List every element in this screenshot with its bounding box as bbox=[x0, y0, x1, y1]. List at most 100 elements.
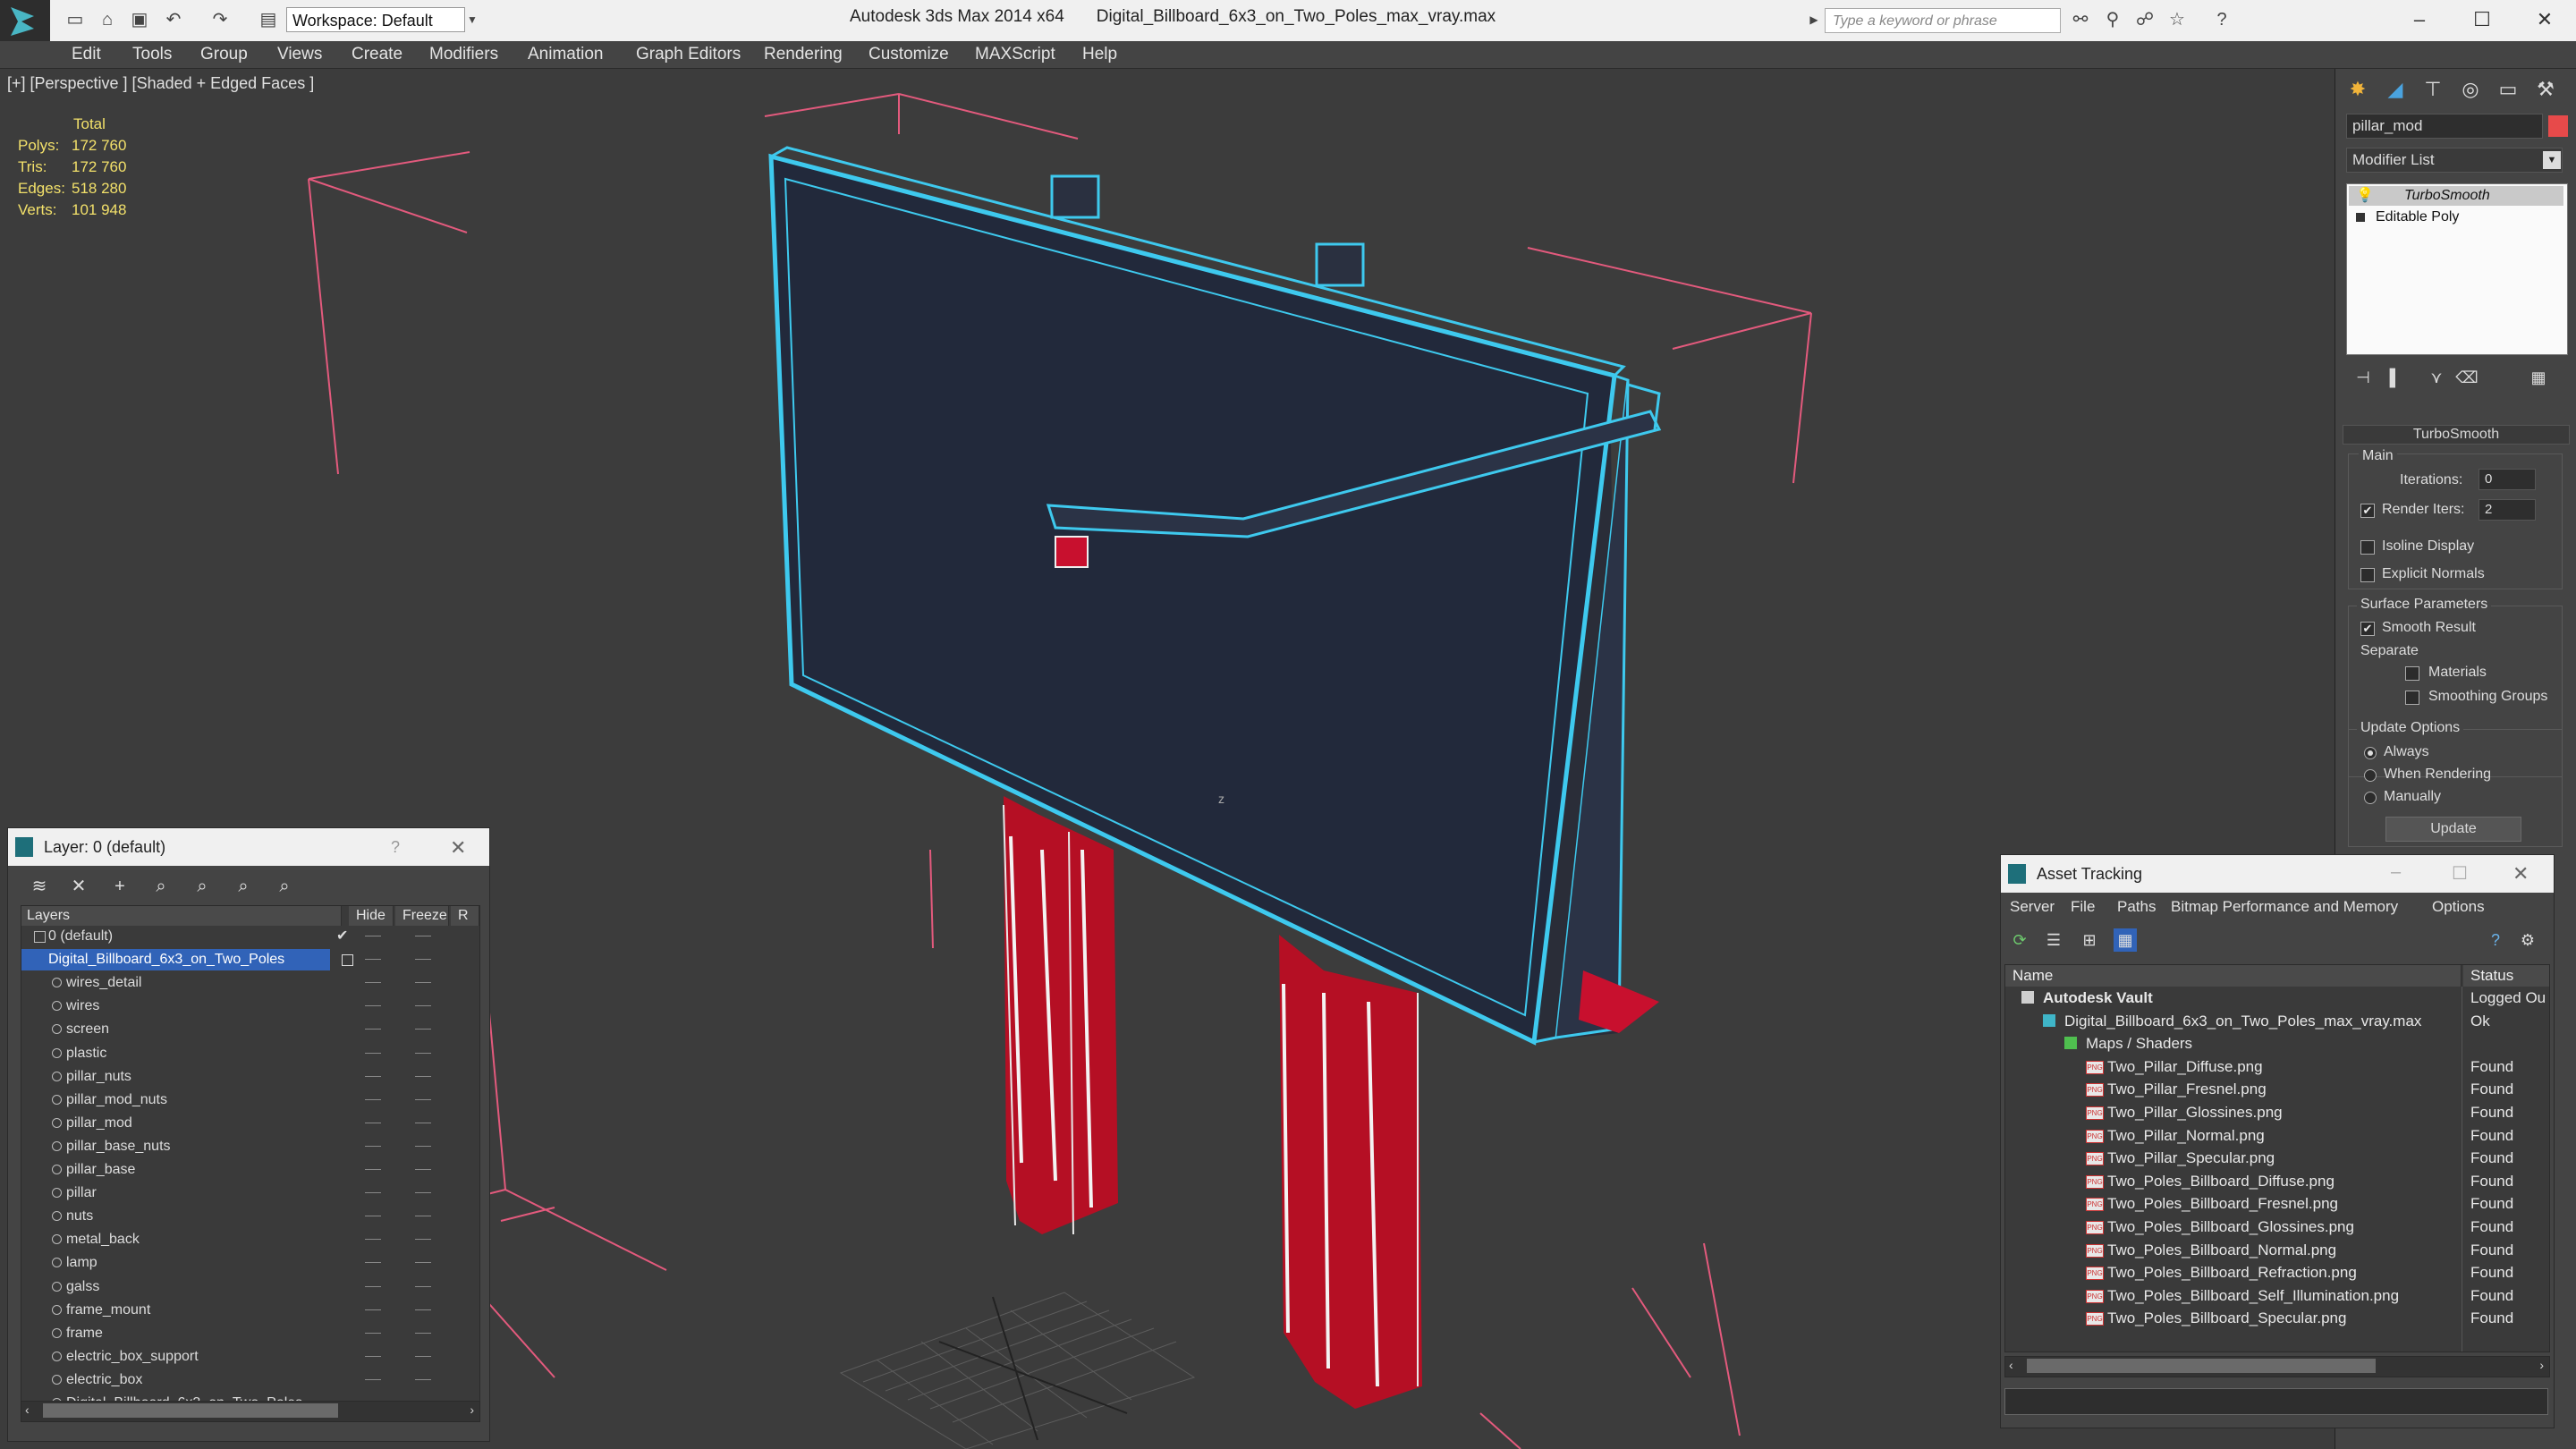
refresh-icon[interactable]: ⟳ bbox=[2008, 928, 2031, 952]
asset-row[interactable]: Digital_Billboard_6x3_on_Two_Poles_max_v… bbox=[2005, 1010, 2549, 1033]
isoline-display-checkbox[interactable] bbox=[2360, 540, 2375, 555]
maximize-button[interactable]: ☐ bbox=[2455, 4, 2509, 36]
asset-menu-server[interactable]: Server bbox=[2010, 898, 2055, 916]
asset-row[interactable]: PNG Two_Poles_Billboard_Diffuse.png Found bbox=[2005, 1170, 2549, 1193]
display-tab-icon[interactable]: ▭ bbox=[2493, 74, 2523, 105]
communication-icon[interactable]: ☍ bbox=[2134, 9, 2156, 30]
column-freeze[interactable]: Freeze bbox=[395, 906, 449, 926]
highlight-layer-icon[interactable]: ⌕ bbox=[232, 875, 255, 898]
asset-menu-file[interactable]: File bbox=[2071, 898, 2095, 916]
column-hide[interactable]: Hide bbox=[349, 906, 394, 926]
layer-row[interactable]: electric_box bbox=[21, 1369, 479, 1391]
asset-window-titlebar[interactable]: Asset Tracking – ☐ ✕ bbox=[2001, 855, 2554, 893]
hide-toggle[interactable] bbox=[365, 1169, 381, 1170]
asset-horizontal-scrollbar[interactable]: ‹ › bbox=[2004, 1356, 2550, 1377]
smooth-result-checkbox[interactable]: ✔ bbox=[2360, 622, 2375, 636]
turbosmooth-rollout-header[interactable]: TurboSmooth bbox=[2343, 425, 2570, 445]
layer-window-titlebar[interactable]: Layer: 0 (default) ? ✕ bbox=[8, 828, 489, 866]
scroll-left-arrow[interactable]: ‹ bbox=[2009, 1358, 2013, 1372]
app-logo-icon[interactable] bbox=[0, 0, 50, 41]
asset-row[interactable]: PNG Two_Pillar_Specular.png Found bbox=[2005, 1147, 2549, 1170]
layer-row[interactable]: pillar bbox=[21, 1182, 479, 1204]
layer-row[interactable]: pillar_nuts bbox=[21, 1066, 479, 1088]
favorites-star-icon[interactable]: ☆ bbox=[2166, 9, 2188, 30]
layer-row[interactable]: lamp bbox=[21, 1252, 479, 1274]
object-color-swatch[interactable] bbox=[2548, 115, 2568, 137]
motion-tab-icon[interactable]: ◎ bbox=[2455, 74, 2486, 105]
layer-row[interactable]: metal_back bbox=[21, 1229, 479, 1250]
menu-help[interactable]: Help bbox=[1082, 45, 1117, 64]
help-icon[interactable]: ? bbox=[2484, 928, 2507, 952]
hide-toggle[interactable] bbox=[365, 1075, 381, 1077]
redo-icon[interactable]: ↷ bbox=[209, 9, 231, 30]
hide-toggle[interactable] bbox=[365, 1029, 381, 1030]
asset-row[interactable]: Autodesk Vault Logged Ou bbox=[2005, 987, 2549, 1010]
column-layers[interactable]: Layers bbox=[21, 906, 342, 926]
stack-item-editable-poly[interactable]: Editable Poly bbox=[2349, 208, 2563, 227]
layer-row[interactable]: electric_box_support bbox=[21, 1346, 479, 1368]
freeze-toggle[interactable] bbox=[415, 959, 431, 961]
list-view-icon[interactable]: ☰ bbox=[2042, 928, 2065, 952]
utilities-tab-icon[interactable]: ⚒ bbox=[2530, 74, 2561, 105]
manually-radio[interactable] bbox=[2364, 792, 2377, 804]
freeze-toggle[interactable] bbox=[415, 1169, 431, 1170]
hide-toggle[interactable] bbox=[365, 982, 381, 984]
asset-path-field[interactable] bbox=[2004, 1388, 2548, 1415]
asset-row[interactable]: Maps / Shaders bbox=[2005, 1032, 2549, 1055]
stack-item-turbosmooth[interactable]: 💡 TurboSmooth bbox=[2349, 186, 2563, 206]
undo-icon[interactable]: ↶ bbox=[163, 9, 184, 30]
modify-tab-icon[interactable]: ◢ bbox=[2380, 74, 2411, 105]
when-rendering-radio[interactable] bbox=[2364, 769, 2377, 782]
search-input[interactable]: Type a keyword or phrase bbox=[1825, 8, 2061, 33]
pin-stack-icon[interactable]: ⊣ bbox=[2348, 362, 2378, 393]
column-name[interactable]: Name bbox=[2005, 965, 2462, 987]
make-unique-icon[interactable]: ⋎ bbox=[2421, 362, 2452, 393]
asset-menu-bitmap-performance[interactable]: Bitmap Performance and Memory bbox=[2171, 898, 2398, 916]
asset-row[interactable]: PNG Two_Pillar_Normal.png Found bbox=[2005, 1124, 2549, 1148]
smoothing-groups-checkbox[interactable] bbox=[2405, 691, 2419, 705]
scrollbar-thumb[interactable] bbox=[2027, 1359, 2376, 1373]
hide-toggle[interactable] bbox=[365, 1285, 381, 1287]
layer-window-close-button[interactable]: ✕ bbox=[450, 836, 466, 860]
freeze-toggle[interactable] bbox=[415, 1378, 431, 1380]
hide-toggle[interactable] bbox=[365, 1378, 381, 1380]
menu-customize[interactable]: Customize bbox=[869, 45, 949, 64]
update-button[interactable]: Update bbox=[2385, 817, 2521, 842]
asset-row[interactable]: PNG Two_Pillar_Fresnel.png Found bbox=[2005, 1078, 2549, 1101]
help-icon[interactable]: ? bbox=[2211, 9, 2233, 30]
project-folder-icon[interactable]: ▤ bbox=[258, 9, 279, 30]
layer-row[interactable]: frame bbox=[21, 1323, 479, 1344]
iterations-spinner[interactable]: 0 bbox=[2479, 469, 2536, 490]
layer-row[interactable]: frame_mount bbox=[21, 1300, 479, 1321]
hide-all-layers-icon[interactable]: ⌕ bbox=[273, 875, 296, 898]
scroll-right-arrow[interactable]: › bbox=[470, 1402, 474, 1417]
lightbulb-icon[interactable]: 💡 bbox=[2356, 186, 2374, 206]
hide-toggle[interactable] bbox=[365, 1098, 381, 1100]
layer-window-help-button[interactable]: ? bbox=[391, 838, 400, 857]
layer-row[interactable]: galss bbox=[21, 1276, 479, 1298]
show-end-result-icon[interactable]: ▌ bbox=[2380, 362, 2411, 393]
scrollbar-thumb[interactable] bbox=[43, 1403, 338, 1418]
subscription-icon[interactable]: ⚲ bbox=[2102, 9, 2123, 30]
delete-layer-icon[interactable]: ✕ bbox=[67, 875, 90, 898]
hide-toggle[interactable] bbox=[365, 1332, 381, 1334]
hide-toggle[interactable] bbox=[365, 1005, 381, 1007]
settings-icon[interactable]: ⚙ bbox=[2516, 928, 2539, 952]
freeze-toggle[interactable] bbox=[415, 1052, 431, 1054]
hide-toggle[interactable] bbox=[365, 1262, 381, 1264]
asset-row[interactable]: PNG Two_Poles_Billboard_Specular.png Found bbox=[2005, 1307, 2549, 1330]
chevron-down-icon[interactable]: ▼ bbox=[2543, 151, 2561, 169]
freeze-toggle[interactable] bbox=[415, 1145, 431, 1147]
hide-toggle[interactable] bbox=[365, 1309, 381, 1310]
asset-row[interactable]: PNG Two_Poles_Billboard_Normal.png Found bbox=[2005, 1239, 2549, 1262]
freeze-toggle[interactable] bbox=[415, 1192, 431, 1194]
freeze-toggle[interactable] bbox=[415, 1075, 431, 1077]
column-status[interactable]: Status bbox=[2463, 965, 2549, 987]
layer-row[interactable]: pillar_base_nuts bbox=[21, 1136, 479, 1157]
minimize-button[interactable]: – bbox=[2393, 4, 2446, 36]
freeze-toggle[interactable] bbox=[415, 1262, 431, 1264]
menu-group[interactable]: Group bbox=[200, 45, 248, 64]
new-file-icon[interactable]: ▭ bbox=[64, 9, 86, 30]
freeze-toggle[interactable] bbox=[415, 1355, 431, 1357]
remove-modifier-icon[interactable]: ⌫ bbox=[2452, 362, 2482, 393]
